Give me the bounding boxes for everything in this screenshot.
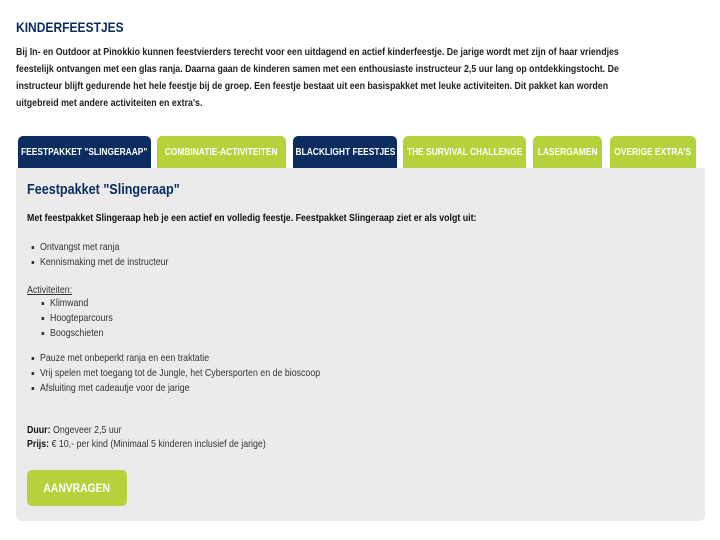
activities-label: Activiteiten: — [27, 284, 73, 296]
tab-label: COMBINATIE-ACTIVITEITEN — [165, 147, 278, 158]
intro-line: uitgebreid met andere activiteiten en ex… — [16, 97, 203, 109]
list-item: Klimwand — [41, 297, 89, 309]
list-item: Pauze met onbeperkt ranja en een traktat… — [31, 352, 210, 364]
tab-feestpakket-slingeraap[interactable]: FEESTPAKKET "SLINGERAAP" — [18, 136, 151, 169]
list-item: Ontvangst met ranja — [31, 241, 120, 253]
list-item: Kennismaking met de instructeur — [31, 256, 169, 268]
button-label: AANVRAGEN — [43, 481, 111, 495]
tab-combinatie-activiteiten[interactable]: COMBINATIE-ACTIVITEITEN — [157, 136, 286, 169]
list-item: Hoogteparcours — [41, 312, 113, 324]
aanvragen-button[interactable]: AANVRAGEN — [27, 470, 127, 506]
list-item: Afsluiting met cadeautje voor de jarige — [31, 382, 190, 394]
tab-label: THE SURVIVAL CHALLENGE — [406, 147, 523, 158]
list-item: Vrij spelen met toegang tot de Jungle, h… — [31, 367, 321, 379]
tab-survival-challenge[interactable]: THE SURVIVAL CHALLENGE — [403, 136, 526, 169]
tab-lasergamen[interactable]: LASERGAMEN — [533, 136, 602, 169]
tab-label: FEESTPAKKET "SLINGERAAP" — [21, 147, 148, 158]
duration: Duur: Ongeveer 2,5 uur — [27, 424, 122, 436]
price-label: Prijs: — [27, 438, 50, 450]
panel-heading: Feestpakket "Slingeraap" — [27, 181, 180, 198]
tab-label: OVERIGE EXTRA'S — [614, 147, 692, 158]
intro-line: feestelijk ontvangen met een glas ranja.… — [16, 63, 619, 75]
tab-label: BLACKLIGHT FEESTJES — [295, 147, 395, 158]
price-value: € 10,- per kind (Minimaal 5 kinderen inc… — [51, 438, 266, 450]
duration-value: Ongeveer 2,5 uur — [52, 424, 122, 436]
price: Prijs: € 10,- per kind (Minimaal 5 kinde… — [27, 438, 266, 450]
tab-blacklight-feestjes[interactable]: BLACKLIGHT FEESTJES — [293, 136, 397, 169]
list-item: Boogschieten — [41, 327, 104, 339]
page-title: KINDERFEESTJES — [16, 19, 124, 35]
tab-overige-extras[interactable]: OVERIGE EXTRA'S — [610, 136, 696, 169]
panel-lead: Met feestpakket Slingeraap heb je een ac… — [27, 212, 477, 224]
tab-panel: Feestpakket "Slingeraap" Met feestpakket… — [16, 168, 705, 521]
tab-label: LASERGAMEN — [537, 147, 598, 158]
intro-line: instructeur blijft gedurende het hele fe… — [16, 80, 609, 92]
intro-text: Bij In- en Outdoor at Pinokkio kunnen fe… — [16, 44, 720, 112]
duration-label: Duur: — [27, 424, 51, 436]
intro-line: Bij In- en Outdoor at Pinokkio kunnen fe… — [16, 46, 619, 58]
